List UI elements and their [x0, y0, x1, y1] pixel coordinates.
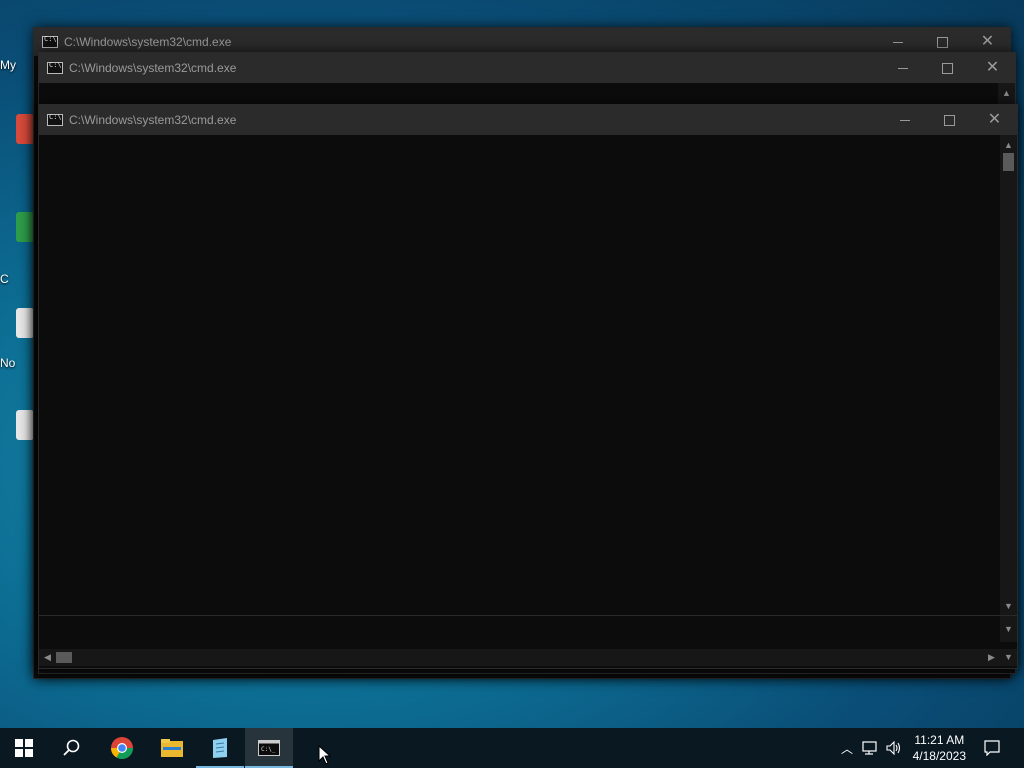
console-output[interactable] — [39, 135, 999, 615]
maximize-button[interactable] — [927, 105, 972, 135]
desktop-icon-my-computer[interactable]: My — [0, 58, 30, 72]
cmd-icon: C:\_ — [258, 740, 280, 756]
scroll-up-icon[interactable]: ▲ — [1000, 137, 1017, 154]
clock[interactable]: 11:21 AM 4/18/2023 — [913, 732, 966, 764]
chrome-icon[interactable] — [16, 212, 34, 242]
scroll-thumb[interactable] — [1003, 153, 1014, 171]
window-title: C:\Windows\system32\cmd.exe — [69, 61, 237, 75]
titlebar[interactable]: C:\Windows\system32\cmd.exe ✕ — [39, 105, 1017, 135]
mouse-cursor-icon — [318, 745, 332, 765]
window-title: C:\Windows\system32\cmd.exe — [64, 35, 232, 49]
svg-text:C:\_: C:\_ — [261, 746, 276, 753]
desktop-icon-label: My — [0, 58, 16, 72]
notepad-taskbar-button[interactable] — [196, 728, 244, 768]
scroll-right-icon[interactable]: ▶ — [983, 649, 1000, 666]
cmd-window-front[interactable]: C:\Windows\system32\cmd.exe ✕ ▲ ▼ ▼ ◀ ▶ … — [38, 104, 1018, 669]
search-icon — [63, 739, 80, 756]
maximize-icon — [937, 36, 948, 48]
minimize-button[interactable] — [880, 53, 925, 83]
close-button[interactable]: ✕ — [970, 53, 1015, 83]
clock-date: 4/18/2023 — [912, 749, 966, 763]
notepad-icon — [213, 738, 227, 758]
maximize-icon — [942, 62, 953, 74]
start-button[interactable] — [0, 728, 48, 768]
network-button[interactable] — [860, 728, 882, 768]
chevron-up-icon: ︿ — [840, 741, 853, 756]
scroll-down-icon[interactable]: ▼ — [1000, 649, 1017, 666]
close-button[interactable]: ✕ — [972, 105, 1017, 135]
scroll-down-icon[interactable]: ▼ — [1000, 621, 1017, 638]
desktop-icon-label: No — [0, 356, 16, 370]
desktop-icon-notepad[interactable]: No — [0, 356, 30, 370]
chrome-icon — [111, 737, 133, 759]
window-title: C:\Windows\system32\cmd.exe — [69, 113, 237, 127]
show-hidden-icons-button[interactable]: ︿ — [838, 728, 856, 768]
titlebar[interactable]: C:\Windows\system32\cmd.exe ✕ — [39, 53, 1015, 83]
search-button[interactable] — [48, 728, 96, 768]
lower-vertical-scrollbar[interactable]: ▼ — [1000, 616, 1017, 642]
file-explorer-button[interactable] — [148, 728, 196, 768]
scroll-down-icon[interactable]: ▼ — [1000, 598, 1017, 615]
clock-time: 11:21 AM — [914, 733, 965, 747]
close-icon: ✕ — [987, 111, 1002, 128]
cmd-icon — [47, 113, 63, 126]
maximize-icon — [944, 114, 955, 126]
notifications-icon — [984, 740, 1000, 756]
minimize-icon — [899, 119, 910, 121]
desktop-icon-chrome-label: C — [0, 272, 30, 286]
scroll-left-icon[interactable]: ◀ — [39, 649, 56, 666]
vertical-scrollbar[interactable]: ▲ — [998, 83, 1015, 105]
volume-icon — [886, 741, 901, 755]
cmd-icon — [42, 35, 58, 48]
notepad-icon[interactable] — [16, 308, 34, 338]
horizontal-scrollbar[interactable]: ◀ ▶ ▼ — [39, 649, 1017, 666]
chrome-shortcut-icon[interactable] — [16, 114, 34, 144]
taskbar: C:\_ ︿ 11:21 AM 4/18/2023 — [0, 728, 1024, 768]
vertical-scrollbar[interactable]: ▲ ▼ — [1000, 135, 1017, 615]
start-icon — [15, 739, 33, 757]
close-icon: ✕ — [985, 59, 1000, 76]
close-icon: ✕ — [980, 33, 995, 50]
volume-button[interactable] — [884, 728, 904, 768]
scroll-thumb[interactable] — [56, 652, 72, 663]
file-explorer-icon — [161, 739, 183, 757]
console-lower-pane[interactable] — [39, 616, 999, 642]
network-icon — [862, 741, 877, 755]
action-center-button[interactable] — [978, 728, 1006, 768]
file-icon[interactable] — [16, 410, 34, 440]
minimize-icon — [897, 67, 908, 69]
minimize-button[interactable] — [882, 105, 927, 135]
maximize-button[interactable] — [925, 53, 970, 83]
scroll-up-icon[interactable]: ▲ — [998, 85, 1015, 102]
desktop-icon-label: C — [0, 272, 9, 286]
cmd-taskbar-button[interactable]: C:\_ — [245, 728, 293, 768]
chrome-taskbar-button[interactable] — [98, 728, 146, 768]
cmd-icon — [47, 61, 63, 74]
minimize-icon — [892, 41, 903, 43]
